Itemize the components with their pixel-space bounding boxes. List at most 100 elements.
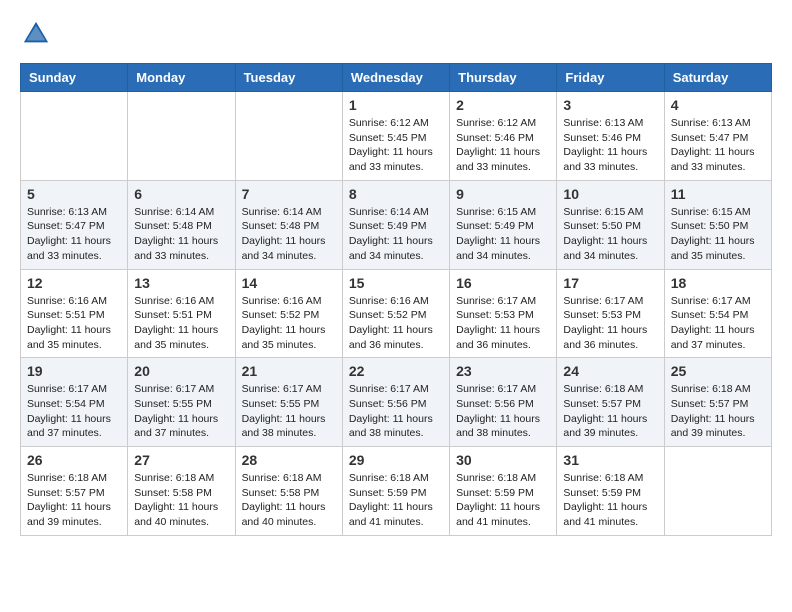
day-number: 29 <box>349 452 443 468</box>
calendar-cell <box>128 92 235 181</box>
calendar-cell: 13 Sunrise: 6:16 AM Sunset: 5:51 PM Dayli… <box>128 269 235 358</box>
day-number: 18 <box>671 275 765 291</box>
dow-monday: Monday <box>128 64 235 92</box>
day-number: 15 <box>349 275 443 291</box>
day-info: Sunrise: 6:15 AM Sunset: 5:50 PM Dayligh… <box>671 205 765 264</box>
calendar-cell <box>21 92 128 181</box>
day-number: 19 <box>27 363 121 379</box>
logo <box>20 20 54 53</box>
day-number: 13 <box>134 275 228 291</box>
day-number: 9 <box>456 186 550 202</box>
calendar-cell: 27Sunrise: 6:18 AM Sunset: 5:58 PM Dayli… <box>128 447 235 536</box>
day-info: Sunrise: 6:17 AM Sunset: 5:53 PM Dayligh… <box>456 294 550 353</box>
day-info: Sunrise: 6:13 AM Sunset: 5:47 PM Dayligh… <box>671 116 765 175</box>
day-info: Sunrise: 6:14 AM Sunset: 5:48 PM Dayligh… <box>134 205 228 264</box>
calendar-cell: 3Sunrise: 6:13 AM Sunset: 5:46 PM Daylig… <box>557 92 664 181</box>
calendar-cell: 10 Sunrise: 6:15 AM Sunset: 5:50 PM Dayli… <box>557 180 664 269</box>
dow-tuesday: Tuesday <box>235 64 342 92</box>
day-number: 6 <box>134 186 228 202</box>
calendar: SundayMondayTuesdayWednesdayThursdayFrid… <box>20 63 772 536</box>
day-info: Sunrise: 6:17 AM Sunset: 5:56 PM Dayligh… <box>349 382 443 441</box>
day-info: Sunrise: 6:16 AM Sunset: 5:52 PM Dayligh… <box>242 294 336 353</box>
day-info: Sunrise: 6:15 AM Sunset: 5:50 PM Dayligh… <box>563 205 657 264</box>
dow-friday: Friday <box>557 64 664 92</box>
calendar-cell: 19 Sunrise: 6:17 AM Sunset: 5:54 PM Dayli… <box>21 358 128 447</box>
calendar-cell: 4 Sunrise: 6:13 AM Sunset: 5:47 PM Daylig… <box>664 92 771 181</box>
day-number: 25 <box>671 363 765 379</box>
day-info: Sunrise: 6:14 AM Sunset: 5:49 PM Dayligh… <box>349 205 443 264</box>
day-info: Sunrise: 6:13 AM Sunset: 5:46 PM Dayligh… <box>563 116 657 175</box>
calendar-week-4: 19 Sunrise: 6:17 AM Sunset: 5:54 PM Dayli… <box>21 358 772 447</box>
calendar-cell: 15 Sunrise: 6:16 AM Sunset: 5:52 PM Dayli… <box>342 269 449 358</box>
calendar-cell: 20Sunrise: 6:17 AM Sunset: 5:55 PM Dayli… <box>128 358 235 447</box>
day-number: 16 <box>456 275 550 291</box>
logo-icon <box>22 20 50 48</box>
day-info: Sunrise: 6:13 AM Sunset: 5:47 PM Dayligh… <box>27 205 121 264</box>
calendar-cell: 11 Sunrise: 6:15 AM Sunset: 5:50 PM Dayli… <box>664 180 771 269</box>
day-number: 14 <box>242 275 336 291</box>
day-info: Sunrise: 6:18 AM Sunset: 5:57 PM Dayligh… <box>27 471 121 530</box>
day-number: 31 <box>563 452 657 468</box>
day-info: Sunrise: 6:18 AM Sunset: 5:59 PM Dayligh… <box>349 471 443 530</box>
calendar-week-5: 26 Sunrise: 6:18 AM Sunset: 5:57 PM Dayli… <box>21 447 772 536</box>
calendar-cell: 29 Sunrise: 6:18 AM Sunset: 5:59 PM Dayli… <box>342 447 449 536</box>
calendar-cell: 30Sunrise: 6:18 AM Sunset: 5:59 PM Dayli… <box>450 447 557 536</box>
day-number: 24 <box>563 363 657 379</box>
day-number: 8 <box>349 186 443 202</box>
calendar-cell <box>235 92 342 181</box>
day-number: 30 <box>456 452 550 468</box>
header <box>20 20 772 53</box>
day-of-week-header: SundayMondayTuesdayWednesdayThursdayFrid… <box>21 64 772 92</box>
calendar-week-2: 5 Sunrise: 6:13 AM Sunset: 5:47 PM Daylig… <box>21 180 772 269</box>
day-number: 26 <box>27 452 121 468</box>
day-number: 23 <box>456 363 550 379</box>
calendar-cell: 8 Sunrise: 6:14 AM Sunset: 5:49 PM Daylig… <box>342 180 449 269</box>
day-info: Sunrise: 6:16 AM Sunset: 5:51 PM Dayligh… <box>134 294 228 353</box>
day-info: Sunrise: 6:17 AM Sunset: 5:55 PM Dayligh… <box>242 382 336 441</box>
calendar-cell: 14 Sunrise: 6:16 AM Sunset: 5:52 PM Dayli… <box>235 269 342 358</box>
calendar-cell: 26 Sunrise: 6:18 AM Sunset: 5:57 PM Dayli… <box>21 447 128 536</box>
day-number: 5 <box>27 186 121 202</box>
day-info: Sunrise: 6:16 AM Sunset: 5:51 PM Dayligh… <box>27 294 121 353</box>
day-info: Sunrise: 6:15 AM Sunset: 5:49 PM Dayligh… <box>456 205 550 264</box>
calendar-cell: 22 Sunrise: 6:17 AM Sunset: 5:56 PM Dayli… <box>342 358 449 447</box>
calendar-cell: 2 Sunrise: 6:12 AM Sunset: 5:46 PM Daylig… <box>450 92 557 181</box>
day-number: 10 <box>563 186 657 202</box>
day-info: Sunrise: 6:18 AM Sunset: 5:57 PM Dayligh… <box>563 382 657 441</box>
day-number: 28 <box>242 452 336 468</box>
calendar-cell: 24 Sunrise: 6:18 AM Sunset: 5:57 PM Dayli… <box>557 358 664 447</box>
day-info: Sunrise: 6:17 AM Sunset: 5:54 PM Dayligh… <box>671 294 765 353</box>
day-number: 4 <box>671 97 765 113</box>
day-info: Sunrise: 6:12 AM Sunset: 5:46 PM Dayligh… <box>456 116 550 175</box>
day-number: 1 <box>349 97 443 113</box>
calendar-cell: 7Sunrise: 6:14 AM Sunset: 5:48 PM Daylig… <box>235 180 342 269</box>
calendar-cell: 9 Sunrise: 6:15 AM Sunset: 5:49 PM Daylig… <box>450 180 557 269</box>
dow-wednesday: Wednesday <box>342 64 449 92</box>
calendar-cell: 16 Sunrise: 6:17 AM Sunset: 5:53 PM Dayli… <box>450 269 557 358</box>
calendar-cell: 6 Sunrise: 6:14 AM Sunset: 5:48 PM Daylig… <box>128 180 235 269</box>
calendar-week-1: 1Sunrise: 6:12 AM Sunset: 5:45 PM Daylig… <box>21 92 772 181</box>
day-number: 2 <box>456 97 550 113</box>
day-info: Sunrise: 6:17 AM Sunset: 5:55 PM Dayligh… <box>134 382 228 441</box>
calendar-week-3: 12 Sunrise: 6:16 AM Sunset: 5:51 PM Dayli… <box>21 269 772 358</box>
day-number: 17 <box>563 275 657 291</box>
day-number: 21 <box>242 363 336 379</box>
day-number: 12 <box>27 275 121 291</box>
calendar-cell: 23 Sunrise: 6:17 AM Sunset: 5:56 PM Dayli… <box>450 358 557 447</box>
calendar-cell: 5 Sunrise: 6:13 AM Sunset: 5:47 PM Daylig… <box>21 180 128 269</box>
calendar-cell: 21 Sunrise: 6:17 AM Sunset: 5:55 PM Dayli… <box>235 358 342 447</box>
dow-thursday: Thursday <box>450 64 557 92</box>
calendar-cell: 18 Sunrise: 6:17 AM Sunset: 5:54 PM Dayli… <box>664 269 771 358</box>
day-info: Sunrise: 6:17 AM Sunset: 5:56 PM Dayligh… <box>456 382 550 441</box>
day-number: 11 <box>671 186 765 202</box>
day-number: 7 <box>242 186 336 202</box>
day-info: Sunrise: 6:17 AM Sunset: 5:53 PM Dayligh… <box>563 294 657 353</box>
calendar-cell: 17 Sunrise: 6:17 AM Sunset: 5:53 PM Dayli… <box>557 269 664 358</box>
calendar-cell: 31Sunrise: 6:18 AM Sunset: 5:59 PM Dayli… <box>557 447 664 536</box>
day-info: Sunrise: 6:17 AM Sunset: 5:54 PM Dayligh… <box>27 382 121 441</box>
calendar-cell: 25 Sunrise: 6:18 AM Sunset: 5:57 PM Dayli… <box>664 358 771 447</box>
calendar-cell: 12 Sunrise: 6:16 AM Sunset: 5:51 PM Dayli… <box>21 269 128 358</box>
day-info: Sunrise: 6:18 AM Sunset: 5:57 PM Dayligh… <box>671 382 765 441</box>
day-info: Sunrise: 6:16 AM Sunset: 5:52 PM Dayligh… <box>349 294 443 353</box>
day-number: 22 <box>349 363 443 379</box>
